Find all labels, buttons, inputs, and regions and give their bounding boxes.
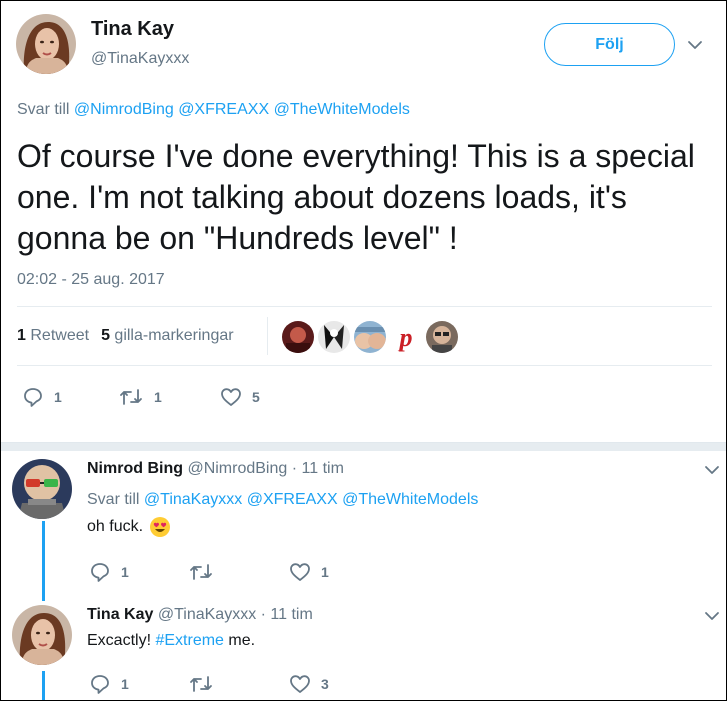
heart-icon	[289, 561, 311, 583]
reply-icon	[22, 386, 44, 408]
tweet-detail: Tina Kay @TinaKayxxx Följ Svar till @Nim…	[0, 0, 727, 701]
reply-author-name[interactable]: Tina Kay	[87, 606, 153, 623]
tweet-text: Of course I've done everything! This is …	[17, 138, 695, 256]
retweet-icon	[118, 386, 144, 408]
like-count: 5	[252, 389, 260, 405]
chevron-down-icon[interactable]	[703, 461, 721, 479]
liker-avatar[interactable]	[282, 321, 314, 353]
thread-line	[42, 671, 45, 700]
reply-text: Excactly! #Extreme me.	[87, 632, 256, 650]
retweet-icon	[188, 673, 214, 695]
reply-action[interactable]: 1	[89, 673, 129, 695]
retweet-action[interactable]	[188, 673, 224, 695]
chevron-down-icon[interactable]	[703, 607, 721, 625]
reply-action[interactable]: 1	[89, 561, 129, 583]
liker-avatar[interactable]	[318, 321, 350, 353]
reply-header: Tina Kay @TinaKayxxx · 11 tim	[87, 606, 313, 624]
like-count: 3	[321, 676, 329, 692]
reply-author-handle[interactable]: @TinaKayxxx	[158, 606, 256, 623]
reply-count: 1	[54, 389, 62, 405]
like-stat[interactable]: 5 gilla-markeringar	[101, 327, 234, 344]
retweet-icon	[188, 561, 214, 583]
retweet-action[interactable]	[188, 561, 224, 583]
liker-avatar[interactable]	[426, 321, 458, 353]
replies-divider	[1, 442, 726, 451]
heart-eyes-emoji	[149, 516, 171, 538]
reply-author-name[interactable]: Nimrod Bing	[87, 460, 183, 477]
reply-time[interactable]: · 11 tim	[292, 460, 344, 477]
chevron-down-icon[interactable]	[686, 36, 704, 54]
heart-icon	[289, 673, 311, 695]
reply-time[interactable]: · 11 tim	[261, 606, 313, 623]
avatar[interactable]	[12, 605, 72, 665]
thread-line	[42, 521, 45, 601]
divider	[17, 306, 712, 307]
liker-avatar[interactable]	[354, 321, 386, 353]
avatar[interactable]	[12, 459, 72, 519]
mention-link[interactable]: @TinaKayxxx	[144, 491, 242, 508]
reply-to-line: Svar till @TinaKayxxx @XFREAXX @TheWhite…	[87, 491, 478, 509]
retweet-action[interactable]: 1	[118, 386, 162, 408]
retweet-stat[interactable]: 1 Retweet	[17, 327, 89, 344]
reply-icon	[89, 673, 111, 695]
mention-link[interactable]: @XFREAXX	[247, 491, 338, 508]
follow-button[interactable]: Följ	[544, 23, 675, 66]
like-action[interactable]: 1	[289, 561, 329, 583]
divider	[17, 365, 712, 366]
like-action[interactable]: 5	[220, 386, 260, 408]
reply-to-line: Svar till @NimrodBing @XFREAXX @TheWhite…	[17, 101, 410, 119]
svg-text:p: p	[398, 323, 413, 352]
reply-icon	[89, 561, 111, 583]
mention-link[interactable]: @NimrodBing	[74, 101, 174, 118]
reply-count: 1	[121, 676, 129, 692]
hashtag-link[interactable]: #Extreme	[155, 632, 223, 650]
divider	[267, 317, 268, 355]
mention-link[interactable]: @XFREAXX	[178, 101, 269, 118]
reply-text: oh fuck.	[87, 516, 171, 538]
like-action[interactable]: 3	[289, 673, 329, 695]
author-handle[interactable]: @TinaKayxxx	[91, 50, 189, 68]
heart-icon	[220, 386, 242, 408]
mention-link[interactable]: @TheWhiteModels	[342, 491, 478, 508]
reply-prefix: Svar till	[87, 491, 140, 508]
tweet-timestamp[interactable]: 02:02 - 25 aug. 2017	[17, 271, 165, 289]
author-name[interactable]: Tina Kay	[91, 18, 174, 41]
avatar[interactable]	[16, 14, 76, 74]
reply-prefix: Svar till	[17, 101, 70, 118]
tweet-stats: 1 Retweet 5 gilla-markeringar	[17, 327, 234, 345]
reply-author-handle[interactable]: @NimrodBing	[187, 460, 287, 477]
reply-action[interactable]: 1	[22, 386, 62, 408]
retweet-count: 1	[154, 389, 162, 405]
pinterest-logo-avatar[interactable]: p	[390, 321, 422, 353]
reply-header: Nimrod Bing @NimrodBing · 11 tim	[87, 460, 344, 478]
like-count: 1	[321, 564, 329, 580]
reply-count: 1	[121, 564, 129, 580]
mention-link[interactable]: @TheWhiteModels	[274, 101, 410, 118]
